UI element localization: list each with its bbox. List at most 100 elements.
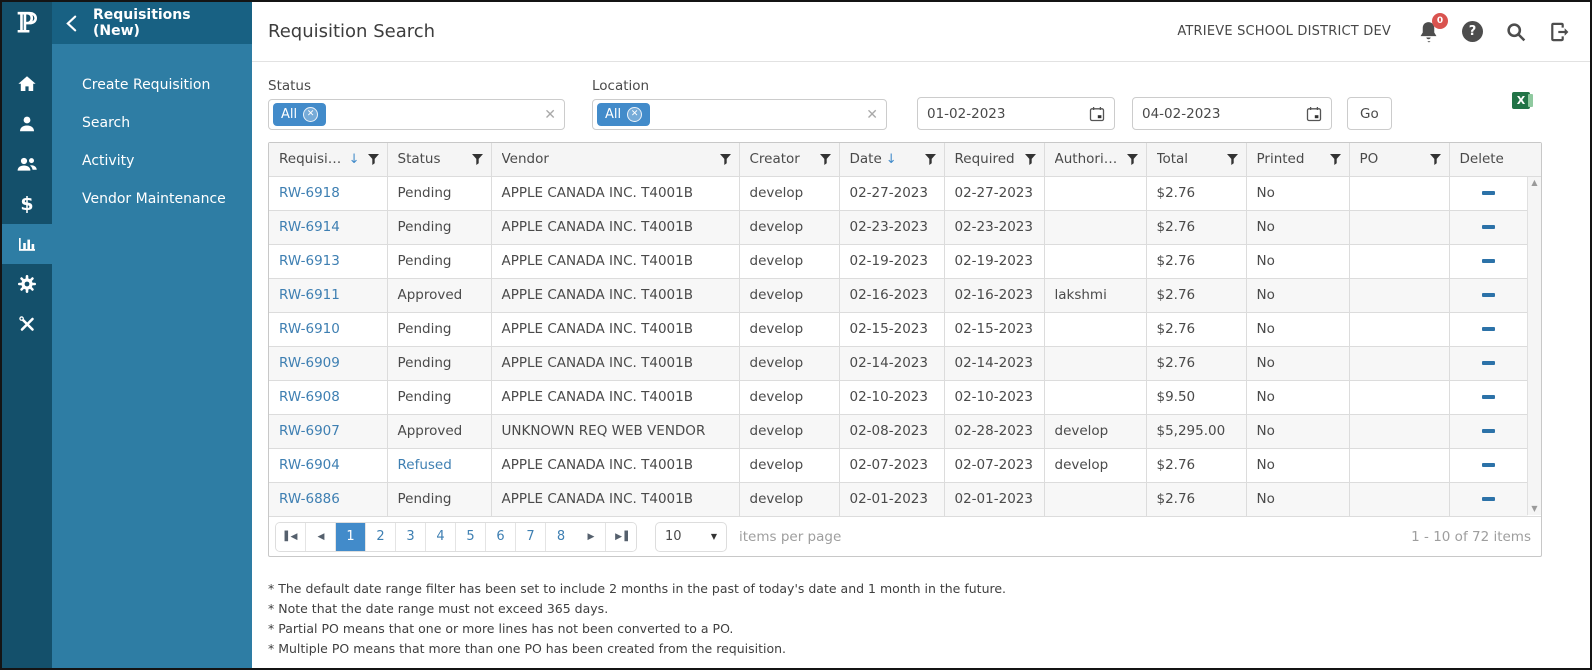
- delete-minus-icon[interactable]: [1482, 259, 1495, 263]
- cell-delete[interactable]: [1449, 414, 1528, 448]
- page-button-5[interactable]: 5: [456, 523, 486, 551]
- logout-button[interactable]: [1549, 21, 1572, 43]
- rail-item-tools[interactable]: [2, 304, 52, 344]
- filter-funnel-icon[interactable]: [1227, 154, 1238, 165]
- delete-minus-icon[interactable]: [1482, 361, 1495, 365]
- column-header-required[interactable]: Required: [944, 143, 1044, 176]
- cell-delete[interactable]: [1449, 244, 1528, 278]
- page-button-2[interactable]: 2: [366, 523, 396, 551]
- cell-id[interactable]: RW-6911: [269, 278, 387, 312]
- requisition-link[interactable]: RW-6914: [269, 219, 387, 235]
- column-header-date[interactable]: Date↓: [839, 143, 944, 176]
- page-button-6[interactable]: 6: [486, 523, 516, 551]
- delete-minus-icon[interactable]: [1482, 191, 1495, 195]
- date-from-input[interactable]: 01-02-2023: [917, 97, 1115, 130]
- location-chip-remove-icon[interactable]: ✕: [627, 107, 642, 122]
- vertical-scrollbar[interactable]: ▲ ▼: [1527, 177, 1541, 515]
- cell-delete[interactable]: [1449, 380, 1528, 414]
- sidebar-back-header[interactable]: Requisitions (New): [52, 2, 252, 44]
- column-header-total[interactable]: Total: [1146, 143, 1246, 176]
- filter-funnel-icon[interactable]: [1430, 154, 1441, 165]
- cell-id[interactable]: RW-6907: [269, 414, 387, 448]
- delete-minus-icon[interactable]: [1482, 293, 1495, 297]
- column-header-po[interactable]: PO: [1349, 143, 1449, 176]
- rail-item-user[interactable]: [2, 104, 52, 144]
- filter-funnel-icon[interactable]: [1025, 154, 1036, 165]
- cell-id[interactable]: RW-6886: [269, 482, 387, 516]
- page-size-select[interactable]: 10 ▼: [655, 522, 727, 552]
- cell-delete[interactable]: [1449, 346, 1528, 380]
- filter-funnel-icon[interactable]: [720, 154, 731, 165]
- cell-delete[interactable]: [1449, 278, 1528, 312]
- filter-funnel-icon[interactable]: [1127, 154, 1138, 165]
- requisition-link[interactable]: RW-6886: [269, 491, 387, 507]
- next-page-button[interactable]: ▶: [576, 523, 606, 551]
- notifications-button[interactable]: 0: [1417, 20, 1440, 43]
- cell-id[interactable]: RW-6904: [269, 448, 387, 482]
- filter-funnel-icon[interactable]: [472, 154, 483, 165]
- requisition-link[interactable]: RW-6909: [269, 355, 387, 371]
- page-button-7[interactable]: 7: [516, 523, 546, 551]
- column-header-printed[interactable]: Printed: [1246, 143, 1349, 176]
- column-header-requisiti[interactable]: Requisiti...↓: [269, 143, 387, 176]
- scroll-down-icon[interactable]: ▼: [1531, 505, 1537, 513]
- column-header-authorizer[interactable]: Authorizer: [1044, 143, 1146, 176]
- cell-delete[interactable]: [1449, 482, 1528, 516]
- status-clear-icon[interactable]: ✕: [544, 107, 556, 123]
- status-multiselect[interactable]: All ✕ ✕: [268, 99, 565, 130]
- cell-delete[interactable]: [1449, 176, 1528, 210]
- calendar-icon[interactable]: [1306, 106, 1322, 122]
- column-header-vendor[interactable]: Vendor: [491, 143, 739, 176]
- cell-delete[interactable]: [1449, 312, 1528, 346]
- column-header-delete[interactable]: Delete: [1449, 143, 1528, 176]
- filter-funnel-icon[interactable]: [368, 154, 379, 165]
- requisition-link[interactable]: RW-6904: [269, 457, 387, 473]
- cell-delete[interactable]: [1449, 448, 1528, 482]
- delete-minus-icon[interactable]: [1482, 463, 1495, 467]
- page-button-4[interactable]: 4: [426, 523, 456, 551]
- location-clear-icon[interactable]: ✕: [866, 107, 878, 123]
- global-search-button[interactable]: [1505, 21, 1527, 43]
- rail-item-finance[interactable]: $: [2, 184, 52, 224]
- excel-export-icon[interactable]: X: [1512, 92, 1530, 109]
- cell-delete[interactable]: [1449, 210, 1528, 244]
- filter-funnel-icon[interactable]: [925, 154, 936, 165]
- page-button-1[interactable]: 1: [336, 523, 366, 551]
- requisition-link[interactable]: RW-6910: [269, 321, 387, 337]
- cell-id[interactable]: RW-6913: [269, 244, 387, 278]
- cell-id[interactable]: RW-6914: [269, 210, 387, 244]
- page-button-3[interactable]: 3: [396, 523, 426, 551]
- prev-page-button[interactable]: ◀: [306, 523, 336, 551]
- requisition-link[interactable]: RW-6908: [269, 389, 387, 405]
- cell-id[interactable]: RW-6910: [269, 312, 387, 346]
- help-button[interactable]: ?: [1462, 21, 1483, 42]
- cell-id[interactable]: RW-6918: [269, 176, 387, 210]
- first-page-button[interactable]: ▌◀: [276, 523, 306, 551]
- column-header-status[interactable]: Status: [387, 143, 491, 176]
- requisition-link[interactable]: RW-6918: [269, 185, 387, 201]
- filter-funnel-icon[interactable]: [820, 154, 831, 165]
- rail-item-home[interactable]: [2, 64, 52, 104]
- page-button-8[interactable]: 8: [546, 523, 576, 551]
- date-to-input[interactable]: 04-02-2023: [1132, 97, 1332, 130]
- sidebar-item-create-requisition[interactable]: Create Requisition: [52, 66, 252, 104]
- sidebar-item-search[interactable]: Search: [52, 104, 252, 142]
- requisition-link[interactable]: RW-6911: [269, 287, 387, 303]
- cell-id[interactable]: RW-6908: [269, 380, 387, 414]
- delete-minus-icon[interactable]: [1482, 327, 1495, 331]
- rail-item-settings[interactable]: [2, 264, 52, 304]
- location-multiselect[interactable]: All ✕ ✕: [592, 99, 887, 130]
- sidebar-item-vendor-maintenance[interactable]: Vendor Maintenance: [52, 180, 252, 218]
- scroll-up-icon[interactable]: ▲: [1531, 179, 1537, 187]
- rail-item-reports[interactable]: [2, 224, 52, 264]
- requisition-link[interactable]: RW-6907: [269, 423, 387, 439]
- cell-id[interactable]: RW-6909: [269, 346, 387, 380]
- column-header-creator[interactable]: Creator: [739, 143, 839, 176]
- powerschool-logo[interactable]: ℙ: [2, 2, 52, 44]
- go-button[interactable]: Go: [1347, 97, 1392, 130]
- delete-minus-icon[interactable]: [1482, 225, 1495, 229]
- rail-item-users[interactable]: [2, 144, 52, 184]
- filter-funnel-icon[interactable]: [1330, 154, 1341, 165]
- delete-minus-icon[interactable]: [1482, 497, 1495, 501]
- delete-minus-icon[interactable]: [1482, 429, 1495, 433]
